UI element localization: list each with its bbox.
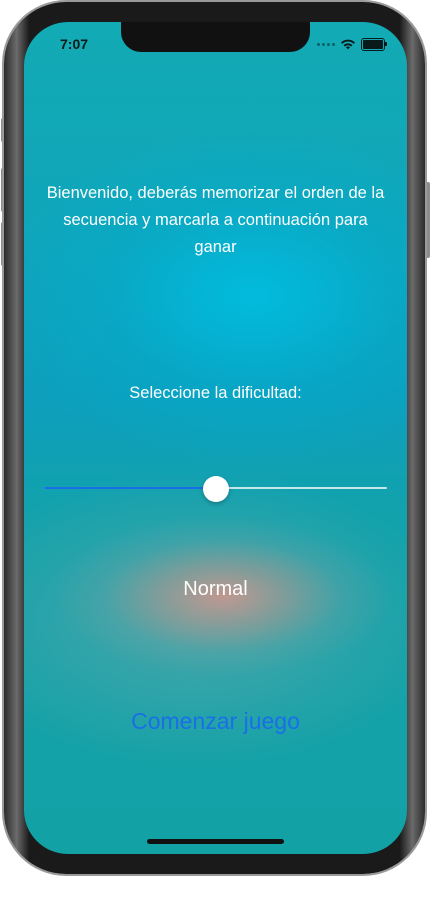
notch: [121, 22, 310, 52]
battery-icon: [361, 38, 387, 51]
power-button: [426, 182, 430, 258]
status-time: 7:07: [60, 36, 89, 52]
phone-device: 7:07 Bienvenido, deberás memorizar el or…: [0, 0, 431, 922]
difficulty-slider[interactable]: [44, 476, 387, 502]
home-indicator[interactable]: [147, 839, 284, 844]
welcome-text: Bienvenido, deberás memorizar el orden d…: [46, 184, 385, 256]
slider-fill: [44, 487, 216, 489]
app-screen: 7:07 Bienvenido, deberás memorizar el or…: [24, 22, 407, 854]
difficulty-label: Seleccione la dificultad:: [129, 384, 302, 402]
status-icons: [317, 38, 387, 51]
difficulty-value-label: Normal: [183, 578, 248, 600]
signal-dots-icon: [317, 43, 335, 46]
start-game-button[interactable]: Comenzar juego: [115, 704, 316, 738]
wifi-icon: [341, 39, 355, 50]
slider-thumb[interactable]: [202, 476, 229, 502]
